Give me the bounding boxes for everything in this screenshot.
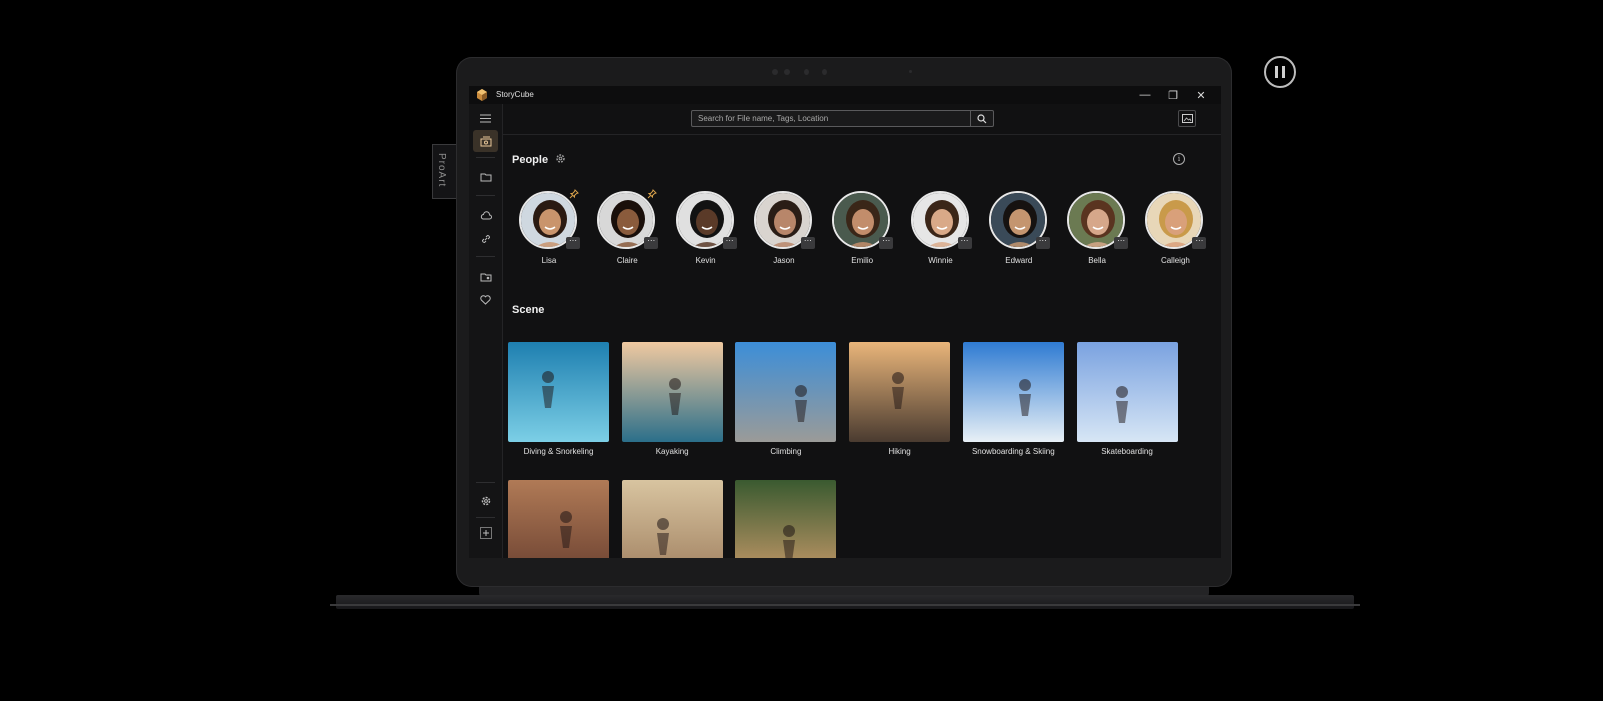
pause-button[interactable] xyxy=(1264,56,1296,88)
link-icon xyxy=(481,234,490,244)
info-icon[interactable]: i xyxy=(1173,153,1185,165)
rail-divider xyxy=(476,517,495,518)
person-name: Jason xyxy=(773,256,795,265)
more-options-button[interactable]: ⋯ xyxy=(957,237,972,249)
more-options-button[interactable]: ⋯ xyxy=(879,237,894,249)
toolbar xyxy=(503,104,1221,135)
image-view-icon xyxy=(1181,114,1193,123)
minimize-icon: — xyxy=(1139,89,1151,101)
close-icon: ✕ xyxy=(1196,89,1206,102)
view-toggle-button[interactable] xyxy=(1178,110,1196,127)
scene-figure-icon xyxy=(542,371,554,408)
scene-thumbnail xyxy=(735,342,837,442)
search-icon xyxy=(977,113,987,123)
side-rail xyxy=(469,104,503,558)
camera-dot xyxy=(784,69,790,75)
close-button[interactable]: ✕ xyxy=(1187,86,1215,104)
person-name: Claire xyxy=(616,256,638,265)
scene-thumbnail xyxy=(621,342,723,442)
person-name: Lisa xyxy=(541,256,557,265)
search-box xyxy=(691,110,994,127)
scene-thumbnail xyxy=(1076,342,1178,442)
add-button[interactable] xyxy=(473,522,498,544)
side-tab-label: ProArt xyxy=(436,153,447,188)
hamburger-icon xyxy=(480,114,491,122)
scene-figure-icon xyxy=(783,525,796,558)
settings-button[interactable] xyxy=(473,490,498,512)
scene-name: Skateboarding xyxy=(1101,447,1153,456)
laptop-base xyxy=(336,595,1354,609)
rail-item-favorites[interactable] xyxy=(473,289,498,311)
cloud-icon xyxy=(480,210,492,219)
person-name: Bella xyxy=(1088,256,1106,265)
person-name: Edward xyxy=(1005,256,1033,265)
scene-name: Climbing xyxy=(770,447,802,456)
more-options-button[interactable]: ⋯ xyxy=(1035,237,1050,249)
scene-title: Scene xyxy=(512,304,545,316)
more-options-button[interactable]: ⋯ xyxy=(644,237,659,249)
scene-thumbnail xyxy=(962,342,1064,442)
rail-divider xyxy=(476,482,495,483)
people-settings-icon[interactable] xyxy=(555,153,566,164)
scene-thumbnail xyxy=(621,480,723,558)
gear-icon xyxy=(481,496,490,506)
rail-item-gallery[interactable] xyxy=(473,130,498,152)
scene-thumbnail xyxy=(849,342,951,442)
minimize-button[interactable]: — xyxy=(1131,86,1159,104)
scene-figure-icon xyxy=(1115,386,1128,423)
sensor-dot xyxy=(909,70,912,73)
scene-figure-icon xyxy=(656,518,669,555)
rail-divider xyxy=(476,157,495,158)
restore-icon: ❐ xyxy=(1168,89,1178,102)
scene-figure-icon xyxy=(892,372,905,409)
side-tab[interactable]: ProArt xyxy=(432,144,456,199)
title-bar: StoryCube — ❐ ✕ xyxy=(469,86,1221,104)
restore-button[interactable]: ❐ xyxy=(1159,86,1187,104)
person-name: Emilio xyxy=(851,256,874,265)
rail-divider xyxy=(476,256,495,257)
app-window: StoryCube — ❐ ✕ Search for File name, Ta… xyxy=(469,86,1221,558)
rail-item-folders[interactable] xyxy=(473,166,498,188)
people-title: People xyxy=(512,154,549,166)
scene-figure-icon xyxy=(1018,379,1031,416)
person-name: Calleigh xyxy=(1160,256,1190,265)
menu-button[interactable] xyxy=(473,107,498,129)
more-options-button[interactable]: ⋯ xyxy=(566,237,580,249)
scene-thumbnail xyxy=(735,480,837,558)
scene-figure-icon xyxy=(668,378,681,415)
laptop-base-edge xyxy=(330,604,1360,606)
camera-lens xyxy=(822,69,827,75)
heart-icon xyxy=(480,295,491,305)
pin-icon xyxy=(647,189,658,199)
scene-name: Hiking xyxy=(888,447,911,456)
more-options-button[interactable]: ⋯ xyxy=(800,237,815,249)
person-name: Winnie xyxy=(928,256,953,265)
scene-name: Snowboarding & Skiing xyxy=(971,447,1055,456)
more-options-button[interactable]: ⋯ xyxy=(1114,237,1129,249)
more-options-button[interactable]: ⋯ xyxy=(1192,237,1207,249)
scene-thumbnail xyxy=(508,480,609,558)
gallery-icon xyxy=(480,136,491,146)
scene-name: Kayaking xyxy=(655,447,689,456)
rail-item-link[interactable] xyxy=(473,228,498,250)
pin-icon xyxy=(569,189,579,199)
plus-icon xyxy=(479,527,492,539)
app-title: StoryCube xyxy=(496,90,534,99)
folder-icon xyxy=(480,173,491,182)
person-name: Kevin xyxy=(695,256,716,265)
scene-thumbnail xyxy=(508,342,609,442)
scene-figure-icon xyxy=(560,511,572,548)
search-button[interactable] xyxy=(970,111,993,126)
scene-figure-icon xyxy=(795,385,808,422)
more-options-button[interactable]: ⋯ xyxy=(722,237,737,249)
rail-item-cloud[interactable] xyxy=(473,204,498,226)
rail-divider xyxy=(476,195,495,196)
scene-name: Diving & Snorkeling xyxy=(523,447,594,456)
search-input[interactable] xyxy=(692,111,974,126)
rail-item-shared-folder[interactable] xyxy=(473,266,498,288)
shared-folder-icon xyxy=(480,273,491,282)
camera-dot xyxy=(772,69,778,75)
app-logo-icon xyxy=(477,89,487,101)
camera-lens xyxy=(804,69,809,75)
